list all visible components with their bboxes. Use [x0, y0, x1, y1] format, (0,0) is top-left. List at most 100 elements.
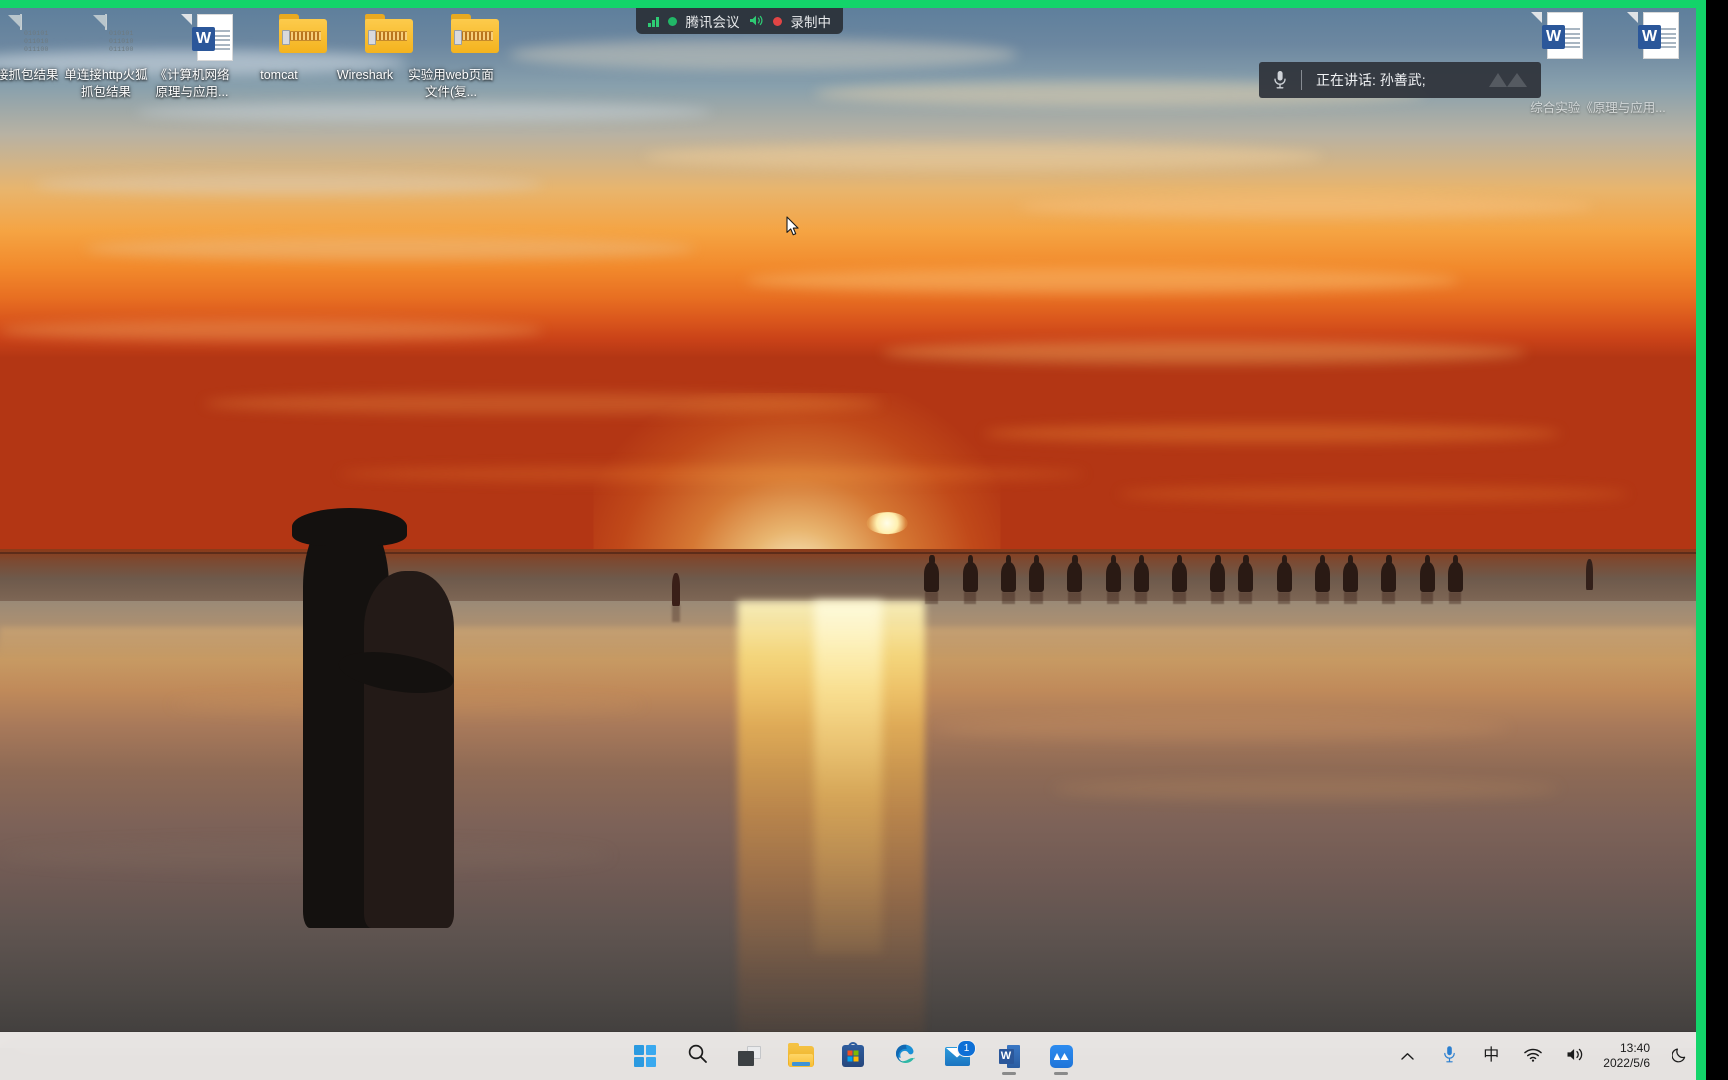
- network-button[interactable]: [1513, 1036, 1553, 1076]
- wallpaper-camel: [1028, 555, 1044, 592]
- tencent-meeting-icon: [1049, 1044, 1073, 1068]
- running-indicator: [1002, 1072, 1016, 1075]
- wallpaper-camel: [1276, 555, 1292, 592]
- signal-bars-icon: [648, 16, 659, 27]
- task-view-button[interactable]: [727, 1036, 771, 1076]
- word-document-icon: W: [1518, 12, 1583, 60]
- wallpaper-far-person: [1585, 559, 1594, 591]
- wallpaper-lone-person: [671, 572, 681, 606]
- wallpaper-camel: [1133, 555, 1149, 592]
- wallpaper-camel: [1001, 555, 1016, 592]
- desktop-icon-web-page-files[interactable]: 实验用web页面文件(复...: [408, 14, 499, 101]
- speaking-notification-toast: 正在讲话: 孙善武;: [1259, 62, 1541, 98]
- desktop-icon-label: 单连接http火狐抓包结果: [64, 68, 148, 99]
- wallpaper-camel-reflection: [1030, 591, 1043, 604]
- meeting-app-name: 腾讯会议: [685, 15, 740, 30]
- wallpaper-camel: [1381, 555, 1397, 592]
- wallpaper-camel-reflection: [1344, 591, 1357, 604]
- wallpaper-couple-silhouette: [291, 508, 479, 929]
- volume-button[interactable]: [1555, 1036, 1595, 1076]
- task-view-icon: [737, 1046, 761, 1066]
- ime-mode-label: 中: [1483, 1047, 1500, 1064]
- wallpaper-sun-reflection-core: [814, 600, 882, 955]
- wallpaper-cloud: [1119, 486, 1629, 502]
- wallpaper-camel-reflection: [1068, 591, 1082, 604]
- recording-status-label: 录制中: [790, 15, 832, 30]
- wallpaper-camel-rider: [1386, 555, 1392, 566]
- word-icon: W: [998, 1044, 1020, 1068]
- mail-button[interactable]: 1: [935, 1036, 979, 1076]
- desktop-icon-label: Wireshark: [336, 68, 394, 82]
- running-indicator: [1054, 1072, 1068, 1075]
- notification-center-button[interactable]: [1660, 1036, 1696, 1076]
- wallpaper-camel-caravan: [924, 555, 1501, 605]
- wallpaper-horizon: [0, 551, 1696, 554]
- wallpaper-camel-rider: [929, 555, 935, 566]
- wallpaper-camel-rider: [1110, 555, 1116, 566]
- wallpaper-camel-reflection: [1448, 591, 1462, 604]
- wallpaper-cloud: [84, 236, 696, 260]
- desktop-icon-label: 实验用web页面文件(复...: [408, 68, 494, 99]
- desktop-icon-connection-capture-result[interactable]: 010101011010011100 连接抓包结果: [0, 14, 64, 84]
- ime-indicator-button[interactable]: 中: [1471, 1036, 1511, 1076]
- wallpaper-camel-reflection: [1106, 591, 1120, 604]
- wallpaper-cloud: [0, 320, 543, 341]
- record-dot-icon: [772, 16, 782, 26]
- taskbar[interactable]: 1 W 中 13:40 2022/5/6: [0, 1032, 1696, 1080]
- wallpaper-camel-rider: [1215, 555, 1221, 566]
- search-button[interactable]: [675, 1036, 719, 1076]
- zip-folder-icon: [427, 14, 499, 62]
- desktop-icon-tomcat[interactable]: tomcat: [236, 14, 327, 84]
- zip-folder-icon: [341, 14, 413, 62]
- tencent-meeting-floating-bar[interactable]: 腾讯会议 录制中: [636, 8, 843, 34]
- binary-file-icon: 010101011010011100: [0, 14, 48, 62]
- word-document-icon: W: [1614, 12, 1679, 60]
- wallpaper-camel-rider: [1005, 555, 1012, 566]
- tray-overflow-button[interactable]: [1387, 1036, 1427, 1076]
- desktop-icon-right-word-2[interactable]: W: [1593, 12, 1683, 65]
- wallpaper-sun: [866, 511, 908, 534]
- clock-button[interactable]: 13:40 2022/5/6: [1597, 1036, 1658, 1076]
- wallpaper-camel: [1210, 555, 1226, 592]
- wallpaper-cloud: [1017, 195, 1595, 219]
- wallpaper-camel-reflection: [1316, 591, 1329, 604]
- screen: 010101011010011100 连接抓包结果 01010101101001…: [0, 0, 1728, 1080]
- search-icon: [687, 1043, 708, 1069]
- desktop-icon-label: 综合实验《原理与应用...: [1530, 101, 1666, 115]
- chevron-up-icon: [1401, 1048, 1414, 1064]
- wallpaper-camel: [1447, 555, 1463, 592]
- zip-folder-icon: [255, 14, 327, 62]
- clock-time: 13:40: [1619, 1041, 1650, 1055]
- desktop-icon-right-word-1[interactable]: W: [1497, 12, 1587, 65]
- desktop-icon-label: 连接抓包结果: [0, 68, 59, 82]
- wallpaper-camel-reflection: [1239, 591, 1253, 604]
- wallpaper-camel: [962, 555, 978, 592]
- wallpaper-cloud: [983, 424, 1561, 443]
- desktop-icon-wireshark[interactable]: Wireshark: [322, 14, 413, 84]
- desktop-icon-computer-network-doc[interactable]: W 《计算机网络原理与应用...: [149, 14, 235, 101]
- wallpaper-camel-rider: [1452, 555, 1458, 566]
- tencent-meeting-button[interactable]: [1039, 1036, 1083, 1076]
- wallpaper-camel: [1238, 555, 1254, 592]
- store-button[interactable]: [831, 1036, 875, 1076]
- wallpaper-camel: [1171, 555, 1187, 592]
- wallpaper-camel-reflection: [1134, 591, 1148, 604]
- wallpaper-cloud: [881, 340, 1527, 364]
- wallpaper-camel: [1314, 555, 1330, 592]
- desktop-icon-label: 《计算机网络原理与应用...: [154, 68, 230, 99]
- tray-microphone-button[interactable]: [1429, 1036, 1469, 1076]
- online-dot-icon: [667, 16, 677, 26]
- wallpaper-camel-rider: [1072, 555, 1078, 566]
- microphone-icon: [1443, 1045, 1456, 1067]
- file-explorer-button[interactable]: [779, 1036, 823, 1076]
- microphone-icon: [1259, 70, 1301, 90]
- wallpaper-camel: [924, 555, 940, 592]
- word-document-icon: W: [168, 14, 233, 62]
- desktop-icon-http-firefox-capture-result[interactable]: 010101011010011100 单连接http火狐抓包结果: [63, 14, 149, 101]
- edge-button[interactable]: [883, 1036, 927, 1076]
- word-button[interactable]: W: [987, 1036, 1031, 1076]
- start-button[interactable]: [623, 1036, 667, 1076]
- wallpaper-camel: [1342, 555, 1358, 592]
- file-explorer-icon: [788, 1042, 814, 1067]
- speaker-icon[interactable]: [749, 14, 764, 29]
